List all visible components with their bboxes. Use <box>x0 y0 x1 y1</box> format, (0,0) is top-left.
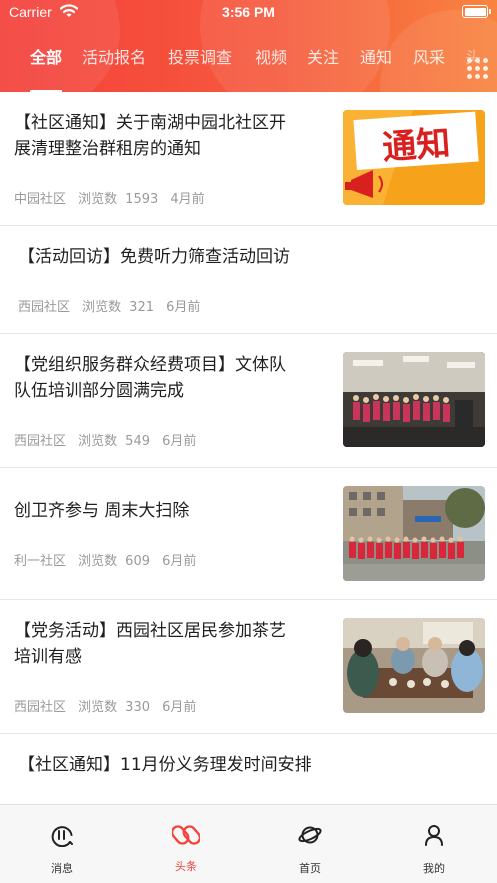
views-label: 浏览数 <box>82 300 122 315</box>
message-icon <box>51 826 73 847</box>
battery-icon <box>462 5 491 18</box>
article-meta: 西园社区 浏览数 321 6月前 <box>18 296 208 315</box>
user-icon <box>425 825 443 846</box>
tea-training-photo <box>343 618 485 713</box>
article-title: 【党务活动】西园社区居民参加茶艺 培训有感 <box>14 621 286 667</box>
tab-label: 全部 <box>30 48 63 67</box>
status-bar: Carrier 3:56 PM <box>0 0 497 26</box>
article-meta: 西园社区 浏览数 549 6月前 <box>14 430 204 449</box>
community-name: 利一社区 <box>14 554 67 569</box>
views-count: 321 <box>129 300 154 315</box>
tab-notice[interactable]: 通知 <box>360 46 392 76</box>
views-label: 浏览数 <box>78 434 118 449</box>
views-label: 浏览数 <box>78 554 118 569</box>
article-meta: 西园社区 浏览数 330 6月前 <box>14 696 204 715</box>
views-count: 1593 <box>125 192 159 207</box>
views-count: 330 <box>125 700 150 715</box>
post-time: 6月前 <box>162 554 197 569</box>
tab-label: 关注 <box>307 48 340 67</box>
dots-grid-icon[interactable] <box>461 52 495 86</box>
article-meta: 中园社区 浏览数 1593 4月前 <box>14 188 213 207</box>
tabbar-item-headlines[interactable]: 头条 <box>124 805 248 883</box>
views-label: 浏览数 <box>78 700 118 715</box>
list-item[interactable]: 【党组织服务群众经费项目】文体队 队伍培训部分圆满完成 西园社区 浏览数 549 … <box>0 334 497 468</box>
tabbar-item-home[interactable]: 首页 <box>248 805 372 883</box>
tabbar-label: 首页 <box>299 862 321 875</box>
views-count: 549 <box>125 434 150 449</box>
post-time: 6月前 <box>162 700 197 715</box>
list-item[interactable]: 【活动回访】免费听力筛查活动回访 西园社区 浏览数 321 6月前 <box>0 226 497 334</box>
tabbar-item-messages[interactable]: 消息 <box>0 805 124 883</box>
tab-label: 视频 <box>255 48 288 67</box>
app-screen: Carrier 3:56 PM 全部 活动报名 投票调查 视频 关注 通知 风采… <box>0 0 497 883</box>
category-tabs: 全部 活动报名 投票调查 视频 关注 通知 风采 头 <box>0 44 497 92</box>
headline-link-icon <box>172 825 200 845</box>
article-title: 【活动回访】免费听力筛查活动回访 <box>18 247 290 267</box>
notice-banner-text: 通知 <box>381 123 452 168</box>
community-name: 西园社区 <box>14 434 67 449</box>
article-meta: 利一社区 浏览数 609 6月前 <box>14 550 204 569</box>
article-list: 【社区通知】关于南湖中园北社区开 展清理整治群租房的通知 中园社区 浏览数 159… <box>0 92 497 804</box>
tabbar-label: 头条 <box>175 860 197 873</box>
group-photo-outdoor <box>343 486 485 581</box>
post-time: 4月前 <box>170 192 205 207</box>
article-title: 创卫齐参与 周末大扫除 <box>14 501 190 521</box>
views-label: 浏览数 <box>78 192 118 207</box>
article-title: 【社区通知】关于南湖中园北社区开 展清理整治群租房的通知 <box>14 113 286 159</box>
community-name: 西园社区 <box>18 300 71 315</box>
post-time: 6月前 <box>162 434 197 449</box>
tab-follow[interactable]: 关注 <box>307 46 339 76</box>
group-photo-indoor <box>343 352 485 447</box>
tabbar-item-profile[interactable]: 我的 <box>372 805 496 883</box>
list-item[interactable]: 【社区通知】关于南湖中园北社区开 展清理整治群租房的通知 中园社区 浏览数 159… <box>0 92 497 226</box>
tab-activity-signup[interactable]: 活动报名 <box>82 46 146 76</box>
tab-label: 通知 <box>360 48 393 67</box>
tab-label: 风采 <box>413 48 446 67</box>
tab-all[interactable]: 全部 <box>30 46 63 92</box>
clock: 3:56 PM <box>222 4 275 20</box>
tab-vote-survey[interactable]: 投票调查 <box>168 46 232 76</box>
tab-label: 投票调查 <box>168 48 233 67</box>
list-item[interactable]: 【党务活动】西园社区居民参加茶艺 培训有感 西园社区 浏览数 330 6月前 <box>0 600 497 734</box>
views-count: 609 <box>125 554 150 569</box>
article-title: 【社区通知】11月份义务理发时间安排 <box>18 755 312 775</box>
tab-video[interactable]: 视频 <box>255 46 287 76</box>
notice-banner-image: 通知 <box>343 110 485 205</box>
article-title: 【党组织服务群众经费项目】文体队 队伍培训部分圆满完成 <box>14 355 286 401</box>
tabbar-label: 我的 <box>423 862 445 875</box>
planet-icon <box>298 826 322 844</box>
post-time: 6月前 <box>166 300 201 315</box>
community-name: 中园社区 <box>14 192 67 207</box>
tabbar-label: 消息 <box>51 862 73 875</box>
tab-style[interactable]: 风采 <box>413 46 445 76</box>
tab-label: 活动报名 <box>82 48 147 67</box>
bottom-tab-bar: 消息 头条 首页 我的 <box>0 804 497 883</box>
list-item[interactable]: 【社区通知】11月份义务理发时间安排 <box>0 734 497 804</box>
community-name: 西园社区 <box>14 700 67 715</box>
list-item[interactable]: 创卫齐参与 周末大扫除 利一社区 浏览数 609 6月前 <box>0 468 497 600</box>
header: Carrier 3:56 PM 全部 活动报名 投票调查 视频 关注 通知 风采… <box>0 0 497 92</box>
